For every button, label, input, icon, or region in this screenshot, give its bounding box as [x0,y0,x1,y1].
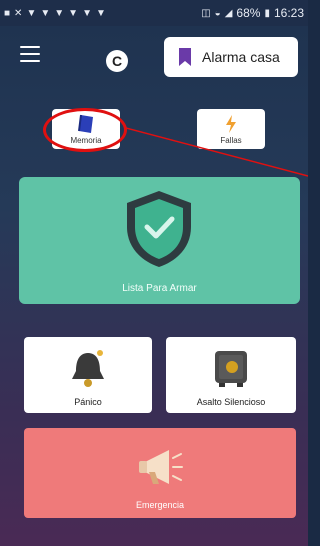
signal-icon: ◢ [224,7,233,19]
shield-check-icon [127,191,191,267]
panico-label: Pánico [74,397,102,407]
asalto-label: Asalto Silencioso [196,397,266,407]
app-screen: C Alarma casa Memoria Fallas Lista Para … [0,26,308,546]
emergencia-button[interactable]: Emergencia [24,428,296,518]
system-status-card[interactable]: Lista Para Armar [19,177,300,304]
battery-percent: 68% [236,6,261,20]
wifi-icon: ◒ [214,7,221,19]
memoria-button[interactable]: Memoria [52,109,120,149]
notification-icon: ▼ [82,7,92,19]
status-label: Lista Para Armar [122,283,197,294]
safe-icon [215,351,247,387]
missed-call-icon: ✕ [14,7,23,19]
bell-icon [72,350,104,387]
battery-icon: ▮ [264,7,270,19]
bookmark-icon [179,48,191,66]
status-bar: ■ ✕ ▼ ▼ ▼ ▼ ▼ ▼ ◫ ◒ ◢ 68% ▮ 16:23 [0,0,308,26]
notification-icon: ▼ [54,7,65,19]
emergencia-label: Emergencia [135,500,185,510]
refresh-icon: C [111,53,123,69]
lightning-icon [226,114,236,133]
book-icon [78,114,93,133]
fallas-button[interactable]: Fallas [197,109,265,149]
notification-icon: ▼ [40,7,51,19]
asalto-silencioso-button[interactable]: Asalto Silencioso [166,337,296,413]
memoria-label: Memoria [70,135,102,145]
refresh-button[interactable]: C [106,50,128,72]
message-icon: ■ [4,7,11,19]
menu-icon [20,46,40,48]
clock: 16:23 [273,6,304,20]
mute-icon: ◫ [201,7,211,19]
fallas-label: Fallas [220,135,242,145]
notification-icon: ▼ [95,7,106,19]
device-selector-button[interactable]: Alarma casa [164,37,298,77]
panico-button[interactable]: Pánico [24,337,152,413]
device-name: Alarma casa [202,49,280,65]
megaphone-icon [139,450,183,484]
notification-icon: ▼ [26,7,37,19]
notification-icon: ▼ [68,7,79,19]
menu-button[interactable] [20,46,40,62]
